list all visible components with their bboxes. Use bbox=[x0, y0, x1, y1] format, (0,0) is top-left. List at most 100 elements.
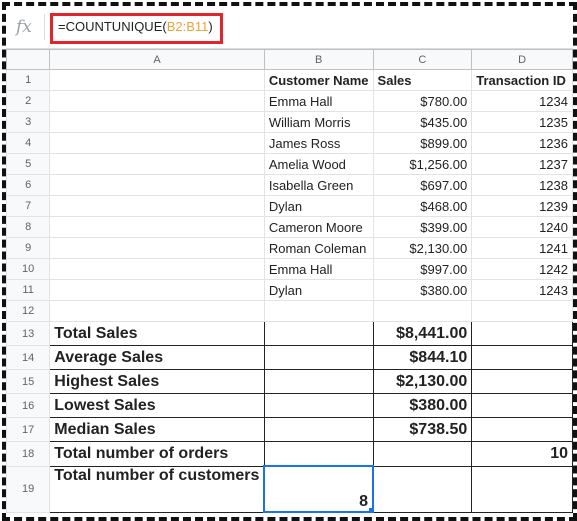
sales-cell[interactable]: $435.00 bbox=[372, 111, 473, 133]
cell-d12[interactable] bbox=[471, 300, 573, 322]
row-number[interactable]: 9 bbox=[6, 237, 51, 259]
summary-empty-cell[interactable] bbox=[263, 369, 374, 394]
cell-a[interactable] bbox=[49, 216, 265, 238]
customer-name-cell[interactable]: Cameron Moore bbox=[263, 216, 374, 238]
summary-label[interactable]: Lowest Sales bbox=[49, 393, 265, 418]
sales-cell[interactable]: $997.00 bbox=[372, 258, 473, 280]
customer-name-cell[interactable]: Dylan bbox=[263, 195, 374, 217]
cell-a[interactable] bbox=[49, 132, 265, 154]
customer-name-cell[interactable]: James Ross bbox=[263, 132, 374, 154]
customer-name-cell[interactable]: Emma Hall bbox=[263, 258, 374, 280]
transaction-id-cell[interactable]: 1238 bbox=[471, 174, 573, 196]
sales-cell[interactable]: $468.00 bbox=[372, 195, 473, 217]
row-number[interactable]: 2 bbox=[6, 90, 51, 112]
summary-empty-cell[interactable] bbox=[471, 321, 573, 346]
cell-a12[interactable] bbox=[49, 300, 265, 322]
sales-cell[interactable]: $380.00 bbox=[372, 279, 473, 301]
customer-name-cell[interactable]: Amelia Wood bbox=[263, 153, 374, 175]
row-number[interactable]: 4 bbox=[6, 132, 51, 154]
customers-label[interactable]: Total number of customers bbox=[49, 465, 265, 513]
row-number[interactable]: 12 bbox=[6, 300, 51, 322]
cell-a[interactable] bbox=[49, 195, 265, 217]
sales-cell[interactable]: $1,256.00 bbox=[372, 153, 473, 175]
orders-label[interactable]: Total number of orders bbox=[49, 441, 265, 467]
transaction-id-cell[interactable]: 1242 bbox=[471, 258, 573, 280]
column-header-a[interactable]: A bbox=[49, 49, 265, 70]
summary-label[interactable]: Total Sales bbox=[49, 321, 265, 346]
transaction-id-cell[interactable]: 1240 bbox=[471, 216, 573, 238]
customer-name-cell[interactable]: Isabella Green bbox=[263, 174, 374, 196]
row-number[interactable]: 19 bbox=[6, 465, 51, 513]
row-number[interactable]: 6 bbox=[6, 174, 51, 196]
summary-empty-cell[interactable] bbox=[263, 393, 374, 418]
header-sales[interactable]: Sales bbox=[372, 69, 473, 91]
column-header-c[interactable]: C bbox=[372, 49, 473, 70]
transaction-id-cell[interactable]: 1239 bbox=[471, 195, 573, 217]
customer-name-cell[interactable]: William Morris bbox=[263, 111, 374, 133]
formula-input[interactable]: =COUNTUNIQUE(B2:B11) bbox=[50, 13, 223, 44]
row-number[interactable]: 15 bbox=[6, 369, 51, 394]
transaction-id-cell[interactable]: 1235 bbox=[471, 111, 573, 133]
row-number[interactable]: 3 bbox=[6, 111, 51, 133]
summary-empty-cell[interactable] bbox=[471, 417, 573, 442]
cell-a[interactable] bbox=[49, 153, 265, 175]
sales-cell[interactable]: $780.00 bbox=[372, 90, 473, 112]
transaction-id-cell[interactable]: 1236 bbox=[471, 132, 573, 154]
summary-value[interactable]: $844.10 bbox=[372, 345, 473, 370]
row-number[interactable]: 17 bbox=[6, 417, 51, 442]
row-number[interactable]: 11 bbox=[6, 279, 51, 301]
row-number[interactable]: 8 bbox=[6, 216, 51, 238]
customer-name-cell[interactable]: Roman Coleman bbox=[263, 237, 374, 259]
sales-cell[interactable]: $2,130.00 bbox=[372, 237, 473, 259]
sales-cell[interactable]: $697.00 bbox=[372, 174, 473, 196]
cell-a[interactable] bbox=[49, 237, 265, 259]
row-number[interactable]: 16 bbox=[6, 393, 51, 418]
select-all-corner[interactable] bbox=[6, 49, 51, 70]
summary-label[interactable]: Average Sales bbox=[49, 345, 265, 370]
row-number[interactable]: 14 bbox=[6, 345, 51, 370]
summary-empty-cell[interactable] bbox=[372, 441, 473, 467]
cell-a[interactable] bbox=[49, 279, 265, 301]
cell-a[interactable] bbox=[49, 111, 265, 133]
cell-a[interactable] bbox=[49, 174, 265, 196]
customers-count-cell[interactable]: 8 bbox=[263, 465, 375, 513]
summary-value[interactable]: $380.00 bbox=[372, 393, 473, 418]
summary-value[interactable]: $738.50 bbox=[372, 417, 473, 442]
summary-empty-cell[interactable] bbox=[263, 417, 374, 442]
cell-c12[interactable] bbox=[372, 300, 473, 322]
sales-cell[interactable]: $899.00 bbox=[372, 132, 473, 154]
summary-empty-cell[interactable] bbox=[263, 441, 374, 467]
summary-empty-cell[interactable] bbox=[372, 465, 473, 513]
column-header-b[interactable]: B bbox=[263, 49, 374, 70]
header-customer-name[interactable]: Customer Name bbox=[263, 69, 374, 91]
summary-empty-cell[interactable] bbox=[471, 345, 573, 370]
summary-value[interactable]: $8,441.00 bbox=[372, 321, 473, 346]
row-number[interactable]: 5 bbox=[6, 153, 51, 175]
row-number[interactable]: 1 bbox=[6, 69, 51, 91]
cell-a[interactable] bbox=[49, 90, 265, 112]
summary-label[interactable]: Median Sales bbox=[49, 417, 265, 442]
header-transaction-id[interactable]: Transaction ID bbox=[471, 69, 573, 91]
customer-name-cell[interactable]: Emma Hall bbox=[263, 90, 374, 112]
row-number[interactable]: 10 bbox=[6, 258, 51, 280]
transaction-id-cell[interactable]: 1241 bbox=[471, 237, 573, 259]
row-number[interactable]: 13 bbox=[6, 321, 51, 346]
summary-value[interactable]: $2,130.00 bbox=[372, 369, 473, 394]
cell-b12[interactable] bbox=[263, 300, 374, 322]
cell-a1[interactable] bbox=[49, 69, 265, 91]
row-number[interactable]: 18 bbox=[6, 441, 51, 467]
summary-empty-cell[interactable] bbox=[471, 393, 573, 418]
transaction-id-cell[interactable]: 1237 bbox=[471, 153, 573, 175]
transaction-id-cell[interactable]: 1243 bbox=[471, 279, 573, 301]
summary-empty-cell[interactable] bbox=[263, 345, 374, 370]
summary-empty-cell[interactable] bbox=[263, 321, 374, 346]
column-header-d[interactable]: D bbox=[471, 49, 573, 70]
summary-empty-cell[interactable] bbox=[471, 369, 573, 394]
summary-empty-cell[interactable] bbox=[471, 465, 573, 513]
cell-a[interactable] bbox=[49, 258, 265, 280]
row-number[interactable]: 7 bbox=[6, 195, 51, 217]
summary-label[interactable]: Highest Sales bbox=[49, 369, 265, 394]
fill-handle[interactable] bbox=[368, 507, 372, 510]
transaction-id-cell[interactable]: 1234 bbox=[471, 90, 573, 112]
customer-name-cell[interactable]: Dylan bbox=[263, 279, 374, 301]
